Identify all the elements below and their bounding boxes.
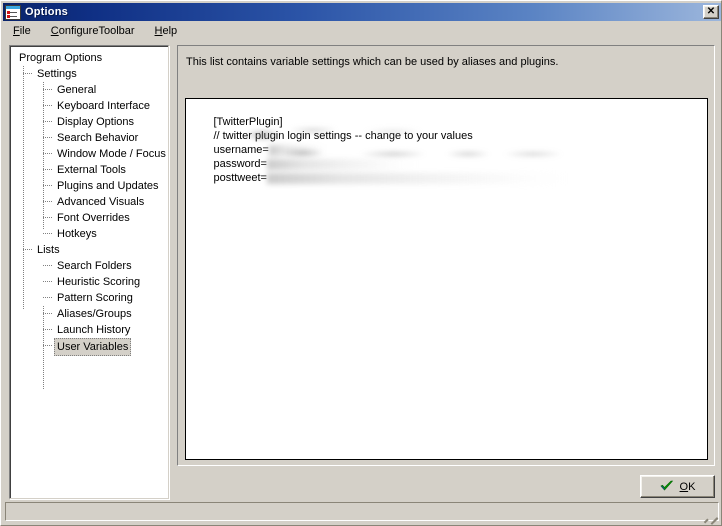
ok-button-label: OK [679,480,696,493]
menu-item-file-label: ile [19,25,31,37]
window-title: Options [25,6,68,18]
tree-item-search-behavior[interactable]: Search Behavior [10,130,168,146]
tree-item-pattern-scoring[interactable]: Pattern Scoring [10,290,168,306]
tree-item-label: External Tools [57,164,126,176]
tree-item-label: Search Behavior [57,132,139,144]
tree-item-general[interactable]: General [10,82,168,98]
tree-item-hotkeys[interactable]: Hotkeys [10,226,168,242]
tree-item-label: Keyboard Interface [57,100,150,112]
menu-item-help-accel: H [154,25,163,37]
tree-item-aliases-groups[interactable]: Aliases/Groups [10,306,168,322]
tree-item-plugins-and-updates[interactable]: Plugins and Updates [10,178,168,194]
tree-group-settings[interactable]: Settings [10,66,168,82]
menu-item-configuretoolbar-accel: C [50,25,59,37]
editor-line: username= [189,129,704,156]
redacted-value [266,172,567,184]
tree-item-label: Aliases/Groups [57,308,132,320]
editor-line: password= [189,143,704,170]
editor-line: // twitter plugin login settings -- chan… [189,115,704,142]
tree-item-label: Search Folders [57,260,132,272]
tree-item-label: General [57,84,97,96]
tree-root-program-options[interactable]: Program Options [10,50,168,66]
menu-item-help[interactable]: Help [153,23,186,39]
tree-group-lists-label: Lists [37,244,60,256]
editor-line: posttweet= [189,157,704,184]
tree-item-external-tools[interactable]: External Tools [10,162,168,178]
close-icon[interactable]: ✕ [703,5,719,19]
tree-item-display-options[interactable]: Display Options [10,114,168,130]
tree-group-lists[interactable]: Lists [10,242,168,258]
tree-item-label: Advanced Visuals [57,196,145,208]
tree-item-keyboard-interface[interactable]: Keyboard Interface [10,98,168,114]
menu-item-configuretoolbar-label: onfigureToolbar [58,25,135,37]
options-tree[interactable]: Program Options Settings General Keyboar… [9,45,169,499]
title-bar: Options ✕ [3,3,721,21]
menu-item-file-accel: F [13,25,20,37]
tree-group-settings-label: Settings [37,68,77,80]
tree-item-search-folders[interactable]: Search Folders [10,258,168,274]
menu-bar: File ConfigureToolbar Help [3,22,721,40]
content-panel: This list contains variable settings whi… [177,45,715,466]
tree-item-label: Hotkeys [57,228,97,240]
editor-line: [TwitterPlugin] [189,101,704,128]
tree-item-user-variables[interactable]: User Variables [10,338,168,356]
tree-item-launch-history[interactable]: Launch History [10,322,168,338]
resize-grip[interactable] [703,511,719,525]
tree-item-window-mode-focus[interactable]: Window Mode / Focus [10,146,168,162]
tree-item-label: Heuristic Scoring [57,276,141,288]
tree-item-label: Plugins and Updates [57,180,159,192]
user-variables-editor[interactable]: [TwitterPlugin] // twitter plugin login … [185,98,708,460]
options-window: Options ✕ File ConfigureToolbar Help Pro… [0,0,722,526]
tree-item-label: Font Overrides [57,212,130,224]
tree-root-label: Program Options [19,52,103,64]
menu-item-file[interactable]: File [11,23,39,39]
menu-item-help-label: elp [162,25,178,37]
status-bar [5,502,719,521]
ok-button[interactable]: OK [640,475,715,498]
tree-item-advanced-visuals[interactable]: Advanced Visuals [10,194,168,210]
editor-line-text: posttweet= [213,172,267,184]
tree-item-label: Pattern Scoring [57,292,133,304]
tree-item-label: User Variables [54,338,132,356]
green-check-icon [660,480,674,493]
tree-item-font-overrides[interactable]: Font Overrides [10,210,168,226]
tree-item-label: Display Options [57,116,135,128]
tree-item-label: Window Mode / Focus [57,148,166,160]
tree-item-heuristic-scoring[interactable]: Heuristic Scoring [10,274,168,290]
tree-item-label: Launch History [57,324,131,336]
panel-description: This list contains variable settings whi… [186,56,559,68]
menu-item-configuretoolbar[interactable]: ConfigureToolbar [49,23,143,39]
options-list-icon [5,4,21,20]
